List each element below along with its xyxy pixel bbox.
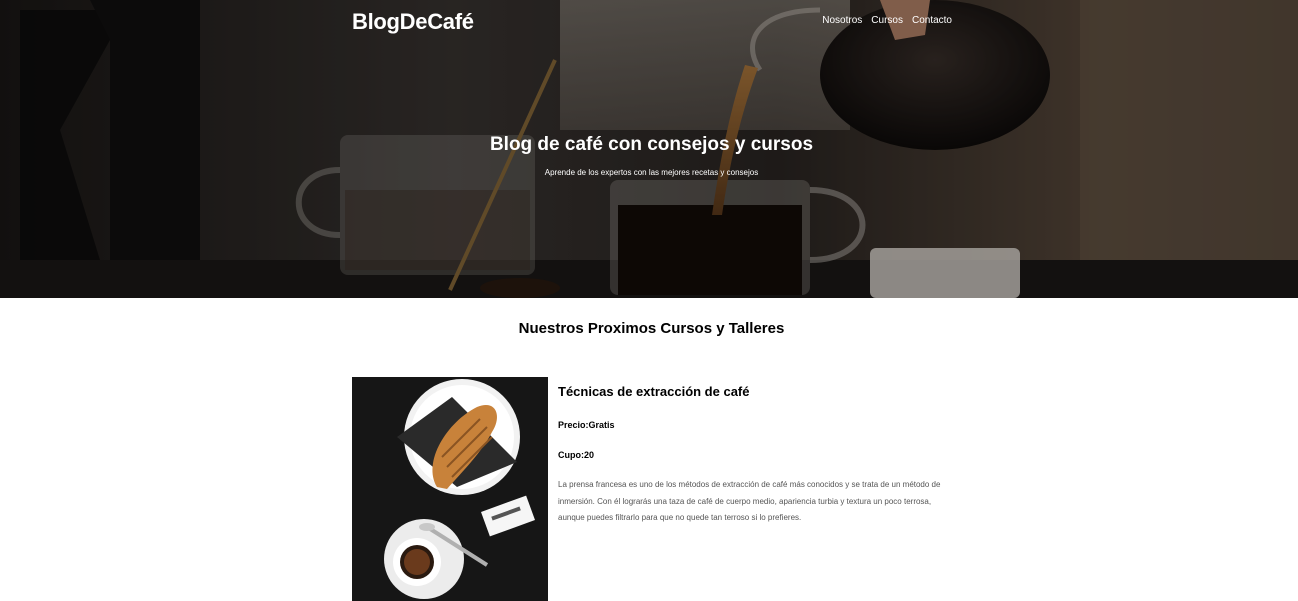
courses-section-title: Nuestros Proximos Cursos y Talleres: [518, 320, 785, 337]
hero-section: BlogDeCafé Nosotros Cursos Contacto Blog…: [0, 0, 1298, 298]
nav-links: Nosotros Cursos Contacto: [822, 15, 952, 26]
course-card: Técnicas de extracción de café Precio:Gr…: [352, 377, 952, 601]
nav-link-nosotros[interactable]: Nosotros: [822, 15, 862, 26]
course-image: [352, 377, 548, 601]
navbar: BlogDeCafé Nosotros Cursos Contacto: [352, 0, 952, 44]
course-price: Precio:Gratis: [558, 420, 615, 430]
nav-link-cursos[interactable]: Cursos: [871, 15, 903, 26]
hero-subtitle: Aprende de los expertos con las mejores …: [544, 168, 759, 177]
nav-link-contacto[interactable]: Contacto: [912, 15, 952, 26]
course-cupo: Cupo:20: [558, 450, 594, 460]
course-title[interactable]: Técnicas de extracción de café: [558, 384, 749, 399]
hero-title: Blog de café con consejos y cursos: [489, 134, 814, 155]
course-description: La prensa francesa es uno de los métodos…: [558, 480, 941, 522]
croissant-and-espresso-photo: [352, 377, 548, 601]
site-logo[interactable]: BlogDeCafé: [352, 9, 474, 35]
